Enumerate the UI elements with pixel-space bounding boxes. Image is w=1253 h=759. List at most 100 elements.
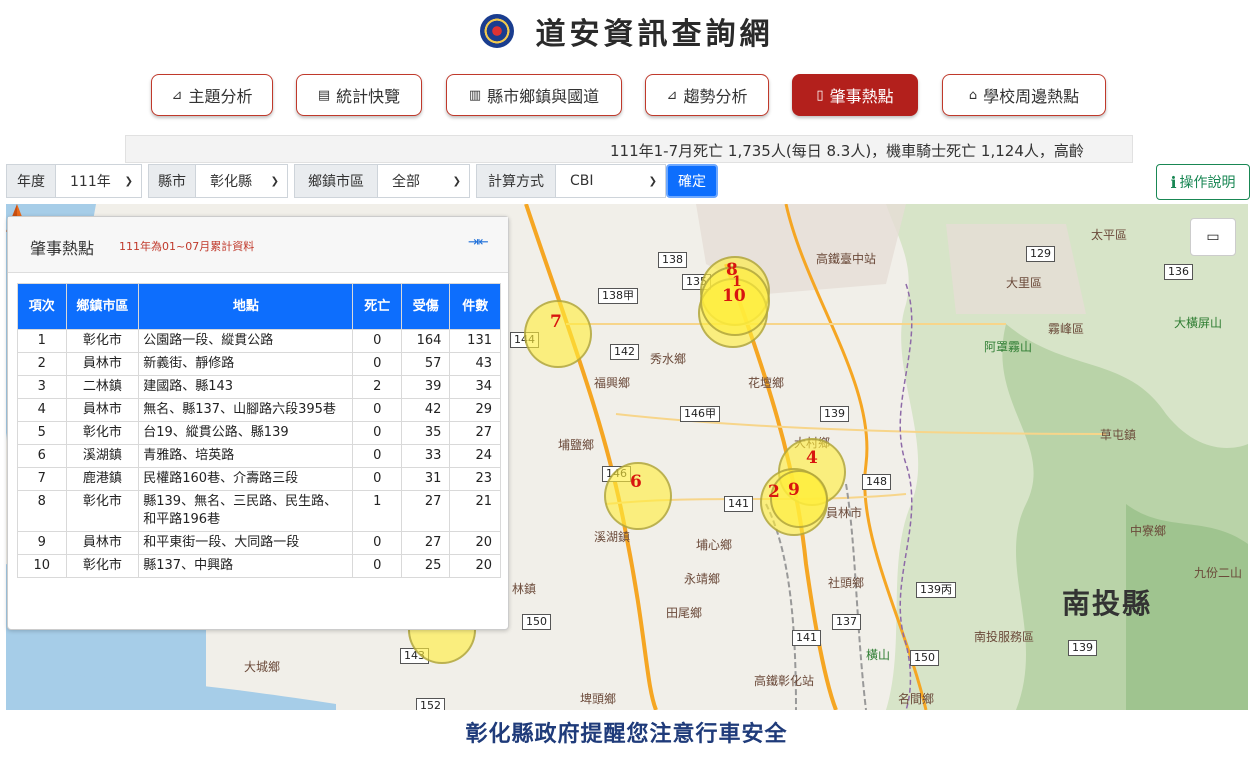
news-marquee: 111年1-7月死亡 1,735人(每日 8.3人)，機車騎士死亡 1,124人… — [125, 135, 1133, 163]
table-row[interactable]: 9 員林市 和平東街一段、大同路一段 0 27 20 — [17, 531, 501, 555]
county-label: 縣市 — [148, 164, 196, 198]
cell-count: 43 — [449, 352, 501, 376]
page-header: 道安資訊查詢網 — [0, 0, 1253, 62]
cell-place: 公園路一段、縱貫公路 — [138, 329, 354, 353]
town-select[interactable]: 全部 ❯ — [378, 164, 470, 198]
cell-town: 二林鎮 — [65, 375, 140, 399]
help-button[interactable]: ℹ 操作說明 — [1156, 164, 1250, 200]
hotspot-label: 7 — [550, 312, 562, 332]
cell-count: 23 — [449, 467, 501, 491]
road-marker: 138 — [658, 252, 687, 268]
info-icon: ℹ — [1170, 172, 1177, 192]
cell-dead: 0 — [352, 398, 402, 422]
cell-count: 131 — [449, 329, 501, 353]
map-label-azhaowu-mountain: 阿罩霧山 — [984, 340, 1033, 354]
nav-school-hotspot-button[interactable]: ⌂ 學校周邊熱點 — [942, 74, 1106, 116]
cell-rank: 8 — [17, 490, 67, 532]
cell-rank: 6 — [17, 444, 67, 468]
cell-dead: 0 — [352, 444, 402, 468]
nav-county-town-highway-button[interactable]: ▥ 縣市鄉鎮與國道 — [446, 74, 622, 116]
map-label-huatan: 花壇鄉 — [748, 376, 785, 390]
map-label-hsr-changhua: 高鐵彰化站 — [754, 674, 815, 688]
nav-accident-hotspot-button[interactable]: ▯ 肇事熱點 — [792, 74, 918, 116]
table-row[interactable]: 6 溪湖鎮 青雅路、培英路 0 33 24 — [17, 444, 501, 468]
map-label-pitou: 埤頭鄉 — [580, 692, 617, 706]
table-row[interactable]: 5 彰化市 台19、縱貫公路、縣139 0 35 27 — [17, 421, 501, 445]
cell-town: 鹿港鎮 — [65, 467, 140, 491]
cell-place: 青雅路、培英路 — [138, 444, 354, 468]
road-marker: 150 — [910, 650, 939, 666]
cell-town: 員林市 — [65, 398, 140, 422]
cell-town: 員林市 — [65, 531, 140, 555]
road-marker: 137 — [832, 614, 861, 630]
cell-place: 縣139、無名、三民路、民生路、和平路196巷 — [138, 490, 354, 532]
cell-dead: 1 — [352, 490, 402, 532]
chevron-down-icon: ❯ — [270, 175, 279, 187]
table-row[interactable]: 4 員林市 無名、縣137、山腳路六段395巷 0 42 29 — [17, 398, 501, 422]
year-label: 年度 — [6, 164, 56, 198]
cell-count: 20 — [449, 554, 501, 578]
table-row[interactable]: 7 鹿港鎮 民權路160巷、介壽路三段 0 31 23 — [17, 467, 501, 491]
col-header-rank: 項次 — [17, 283, 67, 330]
map-label-lin: 林鎮 — [512, 582, 537, 596]
cell-place: 台19、縱貫公路、縣139 — [138, 421, 354, 445]
table-row[interactable]: 8 彰化市 縣139、無名、三民路、民生路、和平路196巷 1 27 21 — [17, 490, 501, 532]
road-marker: 148 — [862, 474, 891, 490]
nav-trend-analysis-button[interactable]: ⊿ 趨勢分析 — [645, 74, 769, 116]
cell-count: 27 — [449, 421, 501, 445]
cell-dead: 0 — [352, 329, 402, 353]
nav-stats-overview-button[interactable]: ▤ 統計快覽 — [296, 74, 422, 116]
cell-town: 彰化市 — [65, 329, 140, 353]
map-label-dacheng: 大城鄉 — [244, 660, 281, 674]
cell-rank: 7 — [17, 467, 67, 491]
collapse-icon[interactable]: ⇥⇤ — [468, 235, 489, 250]
cell-town: 彰化市 — [65, 490, 140, 532]
town-label: 鄉鎮市區 — [294, 164, 378, 198]
map-label-nantou-service: 南投服務區 — [974, 630, 1035, 644]
cell-injured: 33 — [400, 444, 451, 468]
cell-place: 無名、縣137、山腳路六段395巷 — [138, 398, 354, 422]
map-label-yongjing: 永靖鄉 — [684, 572, 721, 586]
map-label-shetou: 社頭鄉 — [828, 576, 865, 590]
table-row[interactable]: 2 員林市 新義街、靜修路 0 57 43 — [17, 352, 501, 376]
hotspot-label: 2 — [768, 482, 780, 502]
method-select[interactable]: CBI ❯ — [556, 164, 666, 198]
cell-injured: 42 — [400, 398, 451, 422]
image-icon: ▭ — [1206, 229, 1220, 245]
road-marker: 142 — [610, 344, 639, 360]
road-marker: 139 — [1068, 640, 1097, 656]
cell-rank: 5 — [17, 421, 67, 445]
list-card-icon: ▤ — [317, 87, 331, 103]
method-label: 計算方式 — [476, 164, 556, 198]
county-select[interactable]: 彰化縣 ❯ — [196, 164, 288, 198]
table-row[interactable]: 10 彰化市 縣137、中興路 0 25 20 — [17, 554, 501, 578]
hotspot-label: 6 — [630, 472, 642, 492]
hotspot-circle-7[interactable] — [524, 300, 592, 368]
school-icon: ⌂ — [968, 87, 978, 103]
trend-icon: ⊿ — [666, 87, 678, 103]
year-select[interactable]: 111年 ❯ — [56, 164, 142, 198]
nav-topic-analysis-button[interactable]: ⊿ 主題分析 — [151, 74, 273, 116]
road-marker: 136 — [1164, 264, 1193, 280]
page-title: 道安資訊查詢網 — [535, 17, 774, 52]
table-row[interactable]: 1 彰化市 公園路一段、縱貫公路 0 164 131 — [17, 329, 501, 353]
map-label-taiping: 太平區 — [1091, 228, 1128, 242]
map-label-jiufen: 九份二山 — [1194, 566, 1243, 580]
map-label-caotun: 草屯鎮 — [1100, 428, 1137, 442]
confirm-button[interactable]: 確定 — [666, 164, 718, 198]
cell-count: 20 — [449, 531, 501, 555]
col-header-dead: 死亡 — [352, 283, 402, 330]
cell-count: 29 — [449, 398, 501, 422]
table-row[interactable]: 3 二林鎮 建國路、縣143 2 39 34 — [17, 375, 501, 399]
cell-place: 新義街、靜修路 — [138, 352, 354, 376]
image-export-button[interactable]: ▭ — [1190, 218, 1236, 256]
map-label-tianwei: 田尾鄉 — [666, 606, 703, 620]
police-emblem-logo — [479, 14, 514, 48]
road-marker: 139丙 — [916, 582, 956, 598]
cell-count: 24 — [449, 444, 501, 468]
cell-rank: 3 — [17, 375, 67, 399]
cell-rank: 10 — [17, 554, 67, 578]
cell-place: 民權路160巷、介壽路三段 — [138, 467, 354, 491]
road-marker: 138甲 — [598, 288, 638, 304]
road-marker: 150 — [522, 614, 551, 630]
